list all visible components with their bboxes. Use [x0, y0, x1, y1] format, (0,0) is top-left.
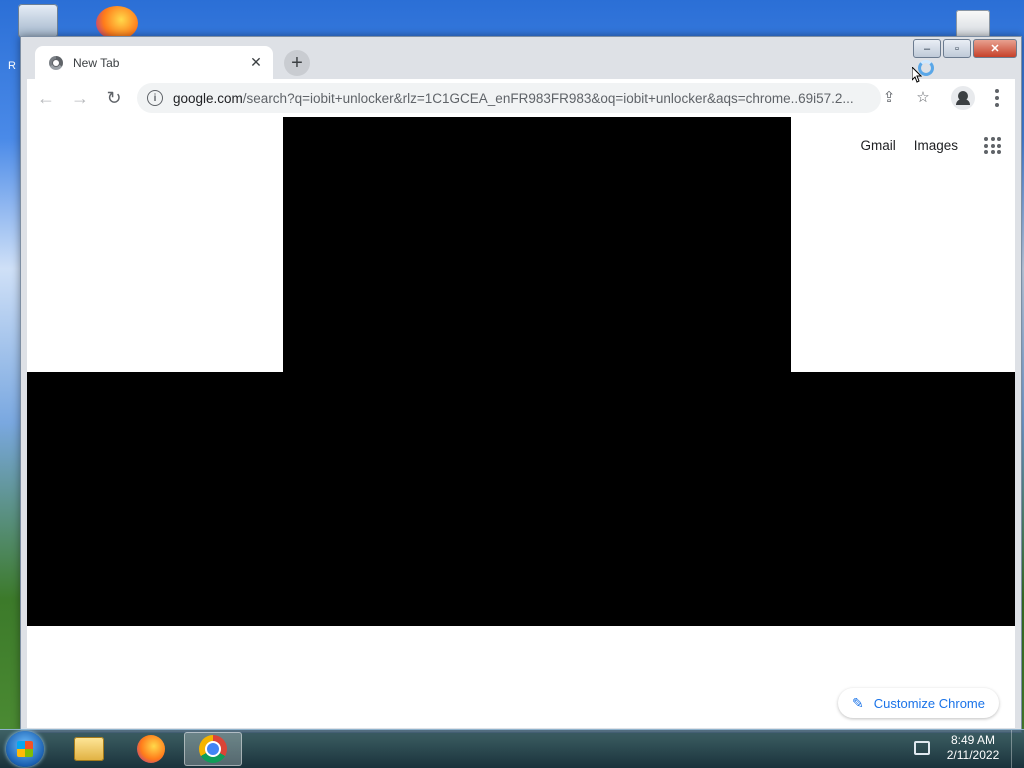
redacted-region — [27, 372, 1015, 626]
url-host: google.com — [173, 90, 243, 106]
new-tab-button[interactable]: + — [284, 50, 310, 76]
customize-chrome-label: Customize Chrome — [873, 695, 985, 711]
chrome-menu-icon[interactable] — [985, 85, 1009, 111]
firefox-desktop-icon[interactable] — [96, 6, 138, 40]
google-top-links: Gmail Images — [860, 137, 1001, 154]
tab-new-tab[interactable]: New Tab ✕ — [35, 46, 273, 79]
taskbar-explorer[interactable] — [60, 732, 118, 766]
recycle-bin-icon[interactable] — [18, 4, 58, 38]
google-apps-icon[interactable] — [984, 137, 1001, 154]
address-bar[interactable]: i google.com/search?q=iobit+unlocker&rlz… — [137, 83, 881, 113]
chrome-icon — [199, 735, 227, 763]
site-info-icon[interactable]: i — [147, 90, 163, 106]
share-icon[interactable]: ⇪ — [877, 85, 901, 109]
gmail-link[interactable]: Gmail — [860, 138, 895, 153]
pencil-icon: ✎ — [852, 694, 864, 711]
taskbar: 8:49 AM 2/11/2022 — [0, 729, 1024, 768]
firefox-icon — [137, 735, 165, 763]
chrome-window: – ▫ ✕ New Tab ✕ + ← → ↻ i google.com/sea… — [20, 36, 1022, 733]
bookmark-star-icon[interactable]: ☆ — [911, 85, 935, 109]
network-tray-icon[interactable] — [914, 741, 930, 755]
redacted-region — [283, 117, 791, 372]
back-icon[interactable]: ← — [33, 85, 59, 111]
system-clock[interactable]: 8:49 AM 2/11/2022 — [940, 733, 1006, 763]
tab-title: New Tab — [73, 55, 120, 70]
show-desktop-button[interactable] — [1011, 730, 1024, 768]
folder-icon — [74, 737, 104, 761]
reload-icon[interactable]: ↻ — [101, 85, 127, 111]
taskbar-chrome[interactable] — [184, 732, 242, 766]
start-button[interactable] — [6, 731, 44, 767]
url-text[interactable]: google.com/search?q=iobit+unlocker&rlz=1… — [173, 91, 863, 106]
clock-time: 8:49 AM — [950, 733, 996, 747]
page-content: Gmail Images ✎ Customize Chrome — [27, 117, 1015, 728]
desktop-icon-label: R — [8, 60, 16, 72]
clock-date: 2/11/2022 — [946, 748, 1000, 762]
chrome-favicon-icon — [49, 55, 63, 70]
url-path: /search?q=iobit+unlocker&rlz=1C1GCEA_enF… — [242, 90, 854, 106]
taskbar-firefox[interactable] — [122, 732, 180, 766]
forward-icon[interactable]: → — [67, 85, 93, 111]
browser-toolbar: ← → ↻ i google.com/search?q=iobit+unlock… — [27, 79, 1015, 117]
customize-chrome-button[interactable]: ✎ Customize Chrome — [838, 688, 999, 718]
busy-spinner-icon — [918, 60, 934, 76]
images-link[interactable]: Images — [914, 138, 958, 153]
tab-strip: New Tab ✕ + — [21, 37, 1021, 79]
profile-avatar-icon[interactable] — [951, 86, 975, 110]
tab-close-icon[interactable]: ✕ — [247, 54, 265, 72]
